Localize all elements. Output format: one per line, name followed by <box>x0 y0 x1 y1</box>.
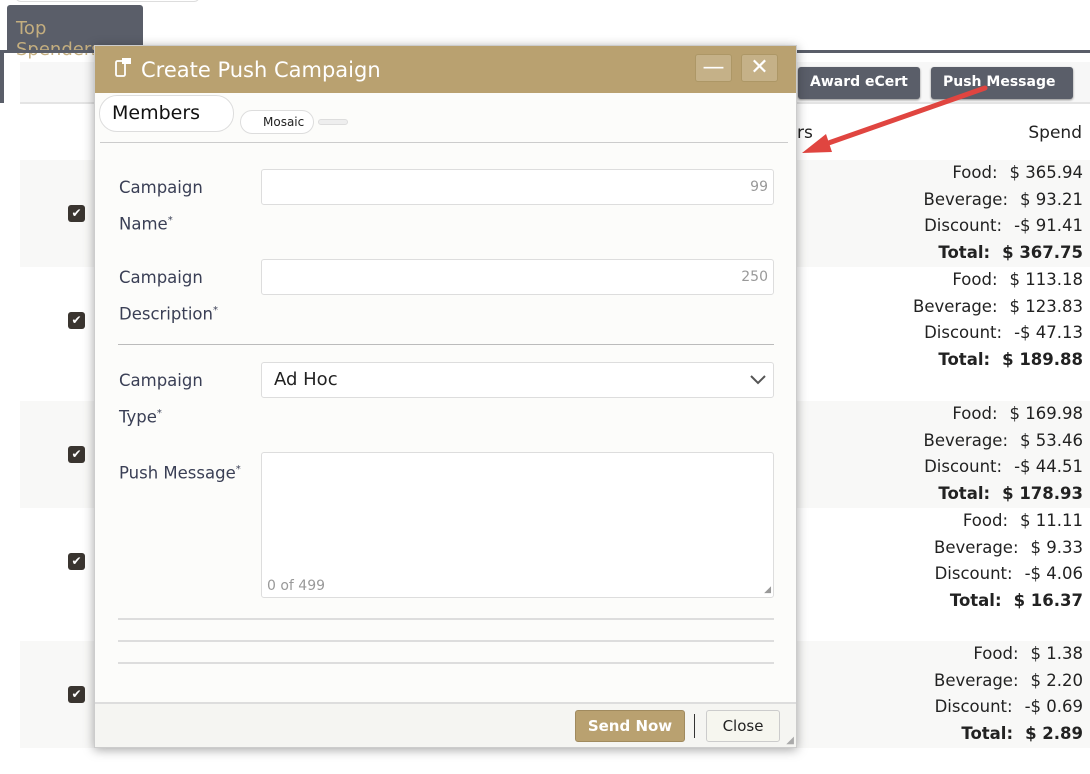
tab-members[interactable]: Members <box>99 95 234 132</box>
row-checkbox[interactable]: ✔ <box>68 686 85 703</box>
total-label: Total: <box>961 723 1014 743</box>
send-now-button[interactable]: Send Now <box>575 710 685 742</box>
divider <box>118 662 774 664</box>
campaign-type-select[interactable]: Ad Hoc <box>261 362 774 398</box>
beverage-value: $ 9.33 <box>1030 537 1083 557</box>
campaign-description-input[interactable]: 250 <box>261 259 774 295</box>
beverage-label: Beverage: <box>934 537 1019 557</box>
divider <box>118 640 774 642</box>
campaign-description-counter: 250 <box>741 269 768 285</box>
close-button[interactable]: Close <box>706 710 780 742</box>
row-checkbox[interactable]: ✔ <box>68 446 85 463</box>
row-checkbox[interactable]: ✔ <box>68 553 85 570</box>
tabs-divider <box>100 142 788 143</box>
chevron-down-icon <box>750 375 766 385</box>
close-icon[interactable]: ✕ <box>741 54 778 82</box>
dialog-resize-handle-icon[interactable]: ◢ <box>786 735 794 746</box>
campaign-name-input[interactable]: 99 <box>261 169 774 205</box>
total-label: Total: <box>938 349 991 369</box>
push-message-counter: 0 of 499 <box>267 578 326 594</box>
total-value: $ 178.93 <box>1002 483 1083 503</box>
campaign-description-label: Campaign Description* <box>119 268 218 324</box>
discount-value: -$ 91.41 <box>1014 216 1083 235</box>
total-value: $ 16.37 <box>1013 590 1083 610</box>
total-value: $ 2.89 <box>1025 723 1083 743</box>
tab-mosaic[interactable]: Mosaic <box>240 110 314 134</box>
beverage-label: Beverage: <box>923 430 1009 450</box>
divider <box>118 618 774 620</box>
resize-handle-icon[interactable]: ◢ <box>764 585 771 595</box>
spend-breakdown: Food: $ 11.11 Beverage: $ 9.33 Discount: -$ 4… <box>934 508 1083 614</box>
total-label: Total: <box>938 483 991 503</box>
total-label: Total: <box>949 590 1002 610</box>
spend-breakdown: Food: $ 1.38 Beverage: $ 2.20 Discount: -$ 0.… <box>934 641 1083 747</box>
food-label: Food: <box>952 404 998 423</box>
push-message-label: Push Message* <box>119 463 241 483</box>
minimize-button[interactable]: — <box>695 54 732 82</box>
tab-empty[interactable] <box>318 119 348 125</box>
total-value: $ 189.88 <box>1002 349 1083 369</box>
create-push-campaign-dialog: Create Push Campaign — ✕ Members Mosaic … <box>94 45 797 748</box>
discount-label: Discount: <box>924 457 1003 476</box>
footer-separator <box>694 714 695 738</box>
campaign-name-label: Campaign Name* <box>119 178 203 234</box>
beverage-value: $ 2.20 <box>1030 670 1083 690</box>
row-checkbox[interactable]: ✔ <box>68 205 85 222</box>
food-value: $ 1.38 <box>1030 644 1083 663</box>
discount-value: -$ 0.69 <box>1024 697 1083 716</box>
food-label: Food: <box>952 270 998 289</box>
beverage-label: Beverage: <box>913 296 998 316</box>
discount-label: Discount: <box>924 323 1003 342</box>
food-label: Food: <box>962 511 1009 530</box>
food-label: Food: <box>973 644 1019 663</box>
discount-label: Discount: <box>934 697 1013 716</box>
campaign-type-value: Ad Hoc <box>274 369 338 390</box>
discount-value: -$ 4.06 <box>1024 564 1083 583</box>
campaign-type-label: Campaign Type* <box>119 371 203 427</box>
mobile-message-icon <box>113 56 135 83</box>
row-checkbox[interactable]: ✔ <box>68 312 85 329</box>
beverage-value: $ 53.46 <box>1020 430 1083 450</box>
beverage-label: Beverage: <box>934 670 1019 690</box>
discount-label: Discount: <box>934 564 1013 583</box>
dialog-title: Create Push Campaign <box>141 57 381 82</box>
food-value: $ 113.18 <box>1009 270 1083 289</box>
spend-breakdown: Food: $ 169.98 Beverage: $ 53.46 Discount: -$… <box>924 401 1083 507</box>
discount-value: -$ 44.51 <box>1014 457 1083 476</box>
food-value: $ 169.98 <box>1009 404 1083 423</box>
food-value: $ 11.11 <box>1020 511 1083 530</box>
spend-breakdown: Food: $ 113.18 Beverage: $ 123.83 Discount: -… <box>913 267 1083 373</box>
total-value: $ 367.75 <box>1002 242 1083 262</box>
dialog-footer: Send Now Close ◢ <box>95 702 796 747</box>
divider <box>118 344 774 345</box>
total-label: Total: <box>938 242 991 262</box>
beverage-value: $ 123.83 <box>1009 296 1083 316</box>
push-message-textarea[interactable]: 0 of 499 ◢ <box>261 452 774 598</box>
campaign-name-counter: 99 <box>750 179 768 195</box>
dialog-titlebar[interactable]: Create Push Campaign <box>95 46 796 93</box>
discount-label: Discount: <box>924 216 1003 235</box>
discount-value: -$ 47.13 <box>1014 323 1083 342</box>
